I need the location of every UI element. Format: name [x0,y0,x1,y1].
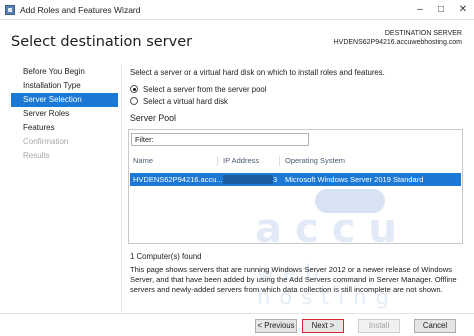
description-text: This page shows servers that are running… [130,265,457,294]
server-pool-option[interactable]: Select a server from the server pool [130,84,267,94]
column-header-operating-system[interactable]: Operating System [285,155,345,167]
column-header-name[interactable]: Name [133,155,153,167]
wizard-app-icon [5,5,15,15]
close-icon[interactable]: ✕ [452,0,474,20]
ip-address-cell: 3 [223,175,279,184]
filter-box[interactable]: Filter: [131,133,309,146]
nav-item-results: Results [23,151,50,160]
destination-server-label: DESTINATION SERVER [384,30,462,37]
ip-address-visible-digit: 3 [273,175,278,184]
filter-input[interactable] [160,134,306,145]
column-divider[interactable] [217,156,218,166]
previous-button[interactable]: < Previous [255,319,297,333]
column-header-ip-address[interactable]: IP Address [223,155,259,167]
nav-item-confirmation: Confirmation [23,137,69,146]
column-divider[interactable] [279,156,280,166]
wizard-footer: < Previous Next > Install Cancel [0,313,474,336]
wizard-nav: Before You Begin Installation Type Serve… [11,65,118,163]
window-title: Add Roles and Features Wizard [20,5,141,15]
server-pool-radio[interactable] [130,85,138,93]
maximize-icon[interactable]: □ [430,0,452,20]
intro-text: Select a server or a virtual hard disk o… [130,68,385,77]
nav-item-server-selection[interactable]: Server Selection [11,93,118,107]
install-button: Install [358,319,400,333]
title-bar: Add Roles and Features Wizard – □ ✕ [0,0,474,20]
minimize-icon[interactable]: – [409,0,431,20]
destination-server-value: HVDENS62P94216.accuwebhosting.com [333,39,462,46]
operating-system-cell: Microsoft Windows Server 2019 Standard [285,175,424,184]
computer-count: 1 Computer(s) found [130,252,202,261]
virtual-disk-option-label: Select a virtual hard disk [143,96,228,106]
server-pool-list[interactable]: Filter: Name IP Address Operating System… [128,129,463,244]
server-pool-option-label: Select a server from the server pool [143,84,267,94]
virtual-disk-option[interactable]: Select a virtual hard disk [130,96,228,106]
nav-item-features[interactable]: Features [11,121,118,135]
nav-item-installation-type[interactable]: Installation Type [11,79,118,93]
nav-item-server-roles[interactable]: Server Roles [11,107,118,121]
table-row[interactable]: HVDENS62P94216.accu... 3 Microsoft Windo… [130,173,461,186]
server-pool-heading: Server Pool [130,113,176,123]
nav-item-before-you-begin[interactable]: Before You Begin [11,65,118,79]
main-content: Select a server or a virtual hard disk o… [121,65,466,312]
page-title: Select destination server [11,34,193,50]
next-button[interactable]: Next > [302,319,344,333]
virtual-disk-radio[interactable] [130,97,138,105]
server-name-cell: HVDENS62P94216.accu... [133,175,223,184]
redacted-ip-mask [223,175,273,184]
wizard-header: Select destination server DESTINATION SE… [0,21,474,61]
filter-label: Filter: [135,135,154,144]
cancel-button[interactable]: Cancel [414,319,456,333]
